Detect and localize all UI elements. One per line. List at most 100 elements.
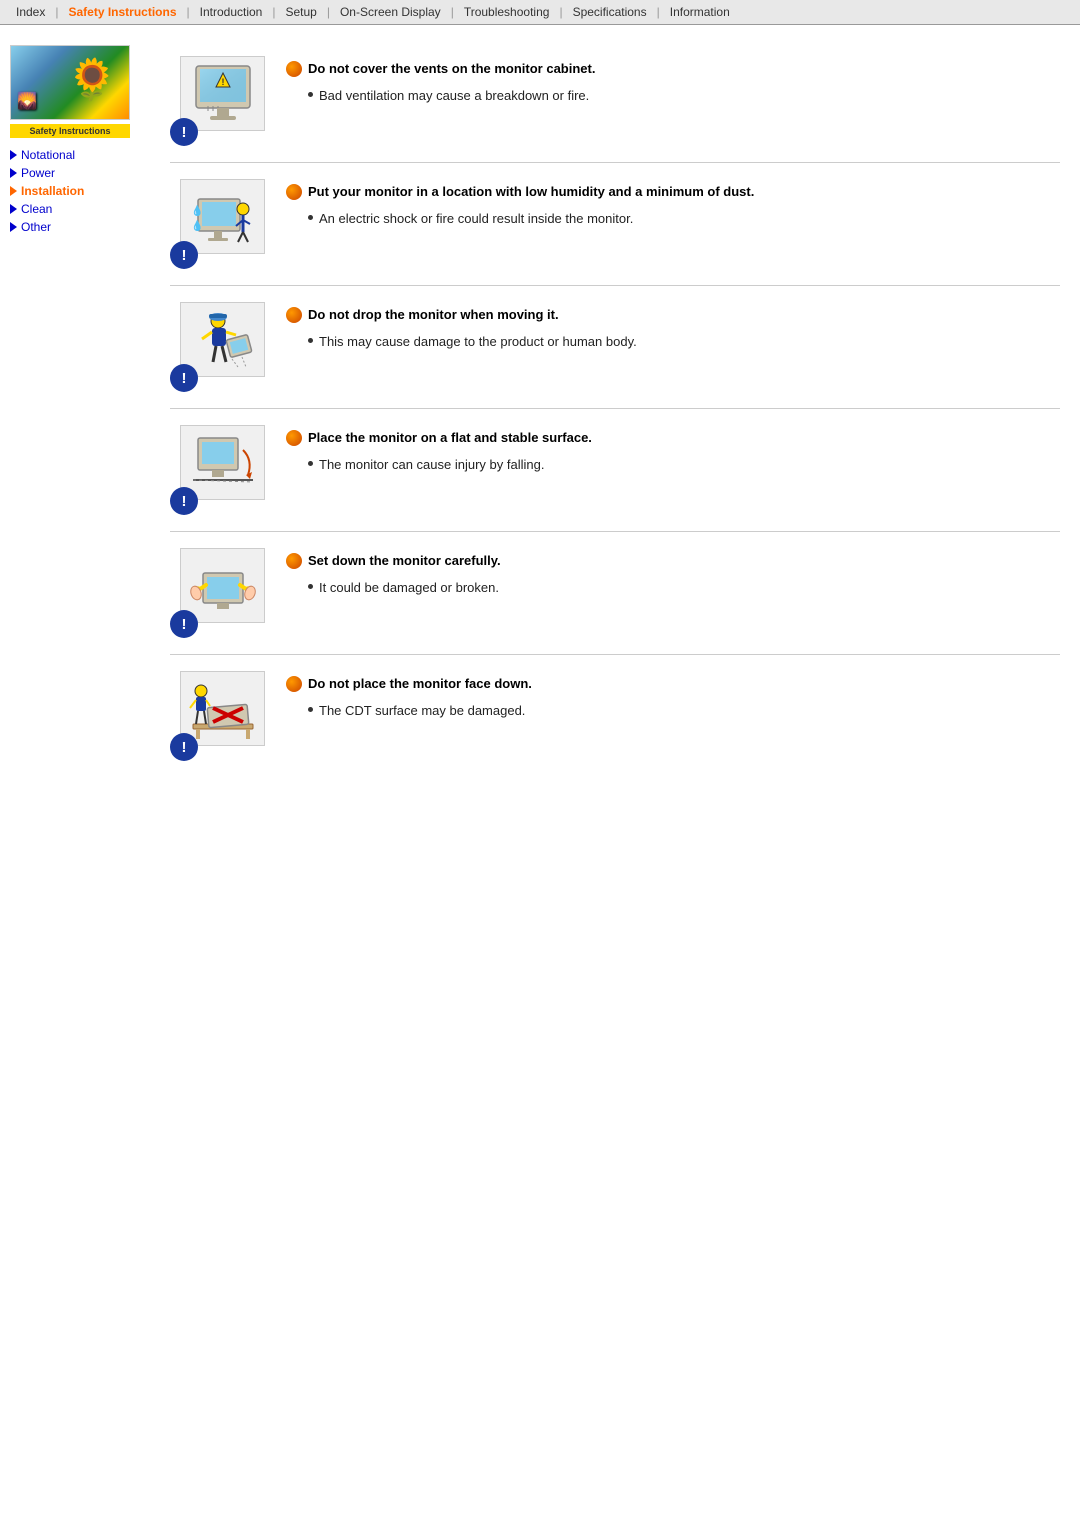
arrow-icon-other [10, 222, 17, 232]
sidebar-label-power: Power [21, 166, 55, 180]
illus-image-3 [180, 302, 265, 377]
safety-bullet-1: Bad ventilation may cause a breakdown or… [308, 86, 1060, 106]
nav-sep-7: | [655, 5, 662, 19]
illus-image-1: ! [180, 56, 265, 131]
safety-item-6: ! Do not place the monitor face down. Th… [170, 655, 1060, 777]
illus-badge-2: ! [170, 241, 198, 269]
safety-heading-text-2: Put your monitor in a location with low … [308, 183, 754, 201]
illustration-2: 💧 💧 ! [170, 179, 270, 269]
safety-text-4: Place the monitor on a flat and stable s… [286, 425, 1060, 475]
safety-bullet-text-2: An electric shock or fire could result i… [319, 209, 633, 229]
humidity-svg: 💧 💧 [188, 184, 258, 249]
illustration-1: ! ! [170, 56, 270, 146]
safety-bullet-4: The monitor can cause injury by falling. [308, 455, 1060, 475]
illustration-6: ! [170, 671, 270, 761]
safety-icon-5 [286, 553, 302, 569]
illus-image-5 [180, 548, 265, 623]
illus-image-4 [180, 425, 265, 500]
safety-heading-text-1: Do not cover the vents on the monitor ca… [308, 60, 595, 78]
illus-image-6 [180, 671, 265, 746]
sidebar-label-other: Other [21, 220, 51, 234]
illus-badge-4: ! [170, 487, 198, 515]
safety-text-2: Put your monitor in a location with low … [286, 179, 1060, 229]
careful-set-svg [188, 553, 258, 618]
bullet-dot-5 [308, 584, 313, 589]
illus-image-2: 💧 💧 [180, 179, 265, 254]
sidebar-label-clean: Clean [21, 202, 52, 216]
safety-heading-text-3: Do not drop the monitor when moving it. [308, 306, 559, 324]
arrow-icon-clean [10, 204, 17, 214]
arrow-icon-notational [10, 150, 17, 160]
safety-icon-3 [286, 307, 302, 323]
safety-heading-2: Put your monitor in a location with low … [286, 183, 1060, 201]
sidebar-item-power[interactable]: Power [10, 164, 150, 182]
bullet-dot-3 [308, 338, 313, 343]
safety-bullet-text-1: Bad ventilation may cause a breakdown or… [319, 86, 589, 106]
safety-bullet-text-4: The monitor can cause injury by falling. [319, 455, 544, 475]
illustration-3: ! [170, 302, 270, 392]
nav-sep-2: | [185, 5, 192, 19]
safety-icon-2 [286, 184, 302, 200]
nav-sep-1: | [53, 5, 60, 19]
arrow-icon-power [10, 168, 17, 178]
safety-heading-6: Do not place the monitor face down. [286, 675, 1060, 693]
nav-sep-4: | [325, 5, 332, 19]
safety-bullet-text-3: This may cause damage to the product or … [319, 332, 637, 352]
safety-heading-text-5: Set down the monitor carefully. [308, 552, 501, 570]
safety-bullet-2: An electric shock or fire could result i… [308, 209, 1060, 229]
flat-surface-svg [188, 430, 258, 495]
nav-index[interactable]: Index [8, 3, 53, 21]
safety-text-1: Do not cover the vents on the monitor ca… [286, 56, 1060, 106]
safety-item-4: ! Place the monitor on a flat and stable… [170, 409, 1060, 532]
sidebar-logo-label: Safety Instructions [10, 124, 130, 138]
drop-monitor-svg [188, 307, 258, 372]
safety-heading-text-4: Place the monitor on a flat and stable s… [308, 429, 592, 447]
safety-bullet-5: It could be damaged or broken. [308, 578, 1060, 598]
nav-sep-5: | [449, 5, 456, 19]
illustration-5: ! [170, 548, 270, 638]
nav-sep-3: | [270, 5, 277, 19]
nav-safety-instructions[interactable]: Safety Instructions [60, 3, 184, 21]
nav-setup[interactable]: Setup [277, 3, 324, 21]
safety-heading-text-6: Do not place the monitor face down. [308, 675, 532, 693]
main-container: 🌻 🌄 Safety Instructions Notational Power… [0, 25, 1080, 807]
nav-specifications[interactable]: Specifications [565, 3, 655, 21]
safety-heading-1: Do not cover the vents on the monitor ca… [286, 60, 1060, 78]
safety-bullet-3: This may cause damage to the product or … [308, 332, 1060, 352]
safety-item-3: ! Do not drop the monitor when moving it… [170, 286, 1060, 409]
safety-icon-4 [286, 430, 302, 446]
svg-text:💧: 💧 [191, 219, 203, 232]
sidebar-item-installation[interactable]: Installation [10, 182, 150, 200]
safety-bullet-text-6: The CDT surface may be damaged. [319, 701, 525, 721]
bullet-dot-2 [308, 215, 313, 220]
safety-item-2: 💧 💧 ! Put your monitor in a location wit… [170, 163, 1060, 286]
sidebar-item-notational[interactable]: Notational [10, 146, 150, 164]
safety-heading-4: Place the monitor on a flat and stable s… [286, 429, 1060, 447]
sidebar-logo: 🌻 🌄 [10, 45, 130, 120]
safety-heading-3: Do not drop the monitor when moving it. [286, 306, 1060, 324]
safety-heading-5: Set down the monitor carefully. [286, 552, 1060, 570]
safety-icon-6 [286, 676, 302, 692]
nav-sep-6: | [557, 5, 564, 19]
illustration-4: ! [170, 425, 270, 515]
content-area: ! ! Do not cover the vents on the monito… [160, 35, 1080, 797]
sidebar-item-clean[interactable]: Clean [10, 200, 150, 218]
illus-badge-3: ! [170, 364, 198, 392]
safety-text-5: Set down the monitor carefully. It could… [286, 548, 1060, 598]
illus-badge-6: ! [170, 733, 198, 761]
bullet-dot-6 [308, 707, 313, 712]
sidebar-item-other[interactable]: Other [10, 218, 150, 236]
safety-icon-1 [286, 61, 302, 77]
safety-item-5: ! Set down the monitor carefully. It cou… [170, 532, 1060, 655]
nav-information[interactable]: Information [662, 3, 738, 21]
safety-item-1: ! ! Do not cover the vents on the monito… [170, 40, 1060, 163]
safety-bullet-text-5: It could be damaged or broken. [319, 578, 499, 598]
nav-on-screen-display[interactable]: On-Screen Display [332, 3, 449, 21]
monitor-vent-svg: ! [188, 61, 258, 126]
sidebar: 🌻 🌄 Safety Instructions Notational Power… [0, 35, 160, 797]
nav-introduction[interactable]: Introduction [192, 3, 271, 21]
nav-troubleshooting[interactable]: Troubleshooting [456, 3, 558, 21]
sidebar-nav: Notational Power Installation Clean Othe… [10, 146, 150, 236]
bullet-dot-1 [308, 92, 313, 97]
arrow-icon-installation [10, 186, 17, 196]
